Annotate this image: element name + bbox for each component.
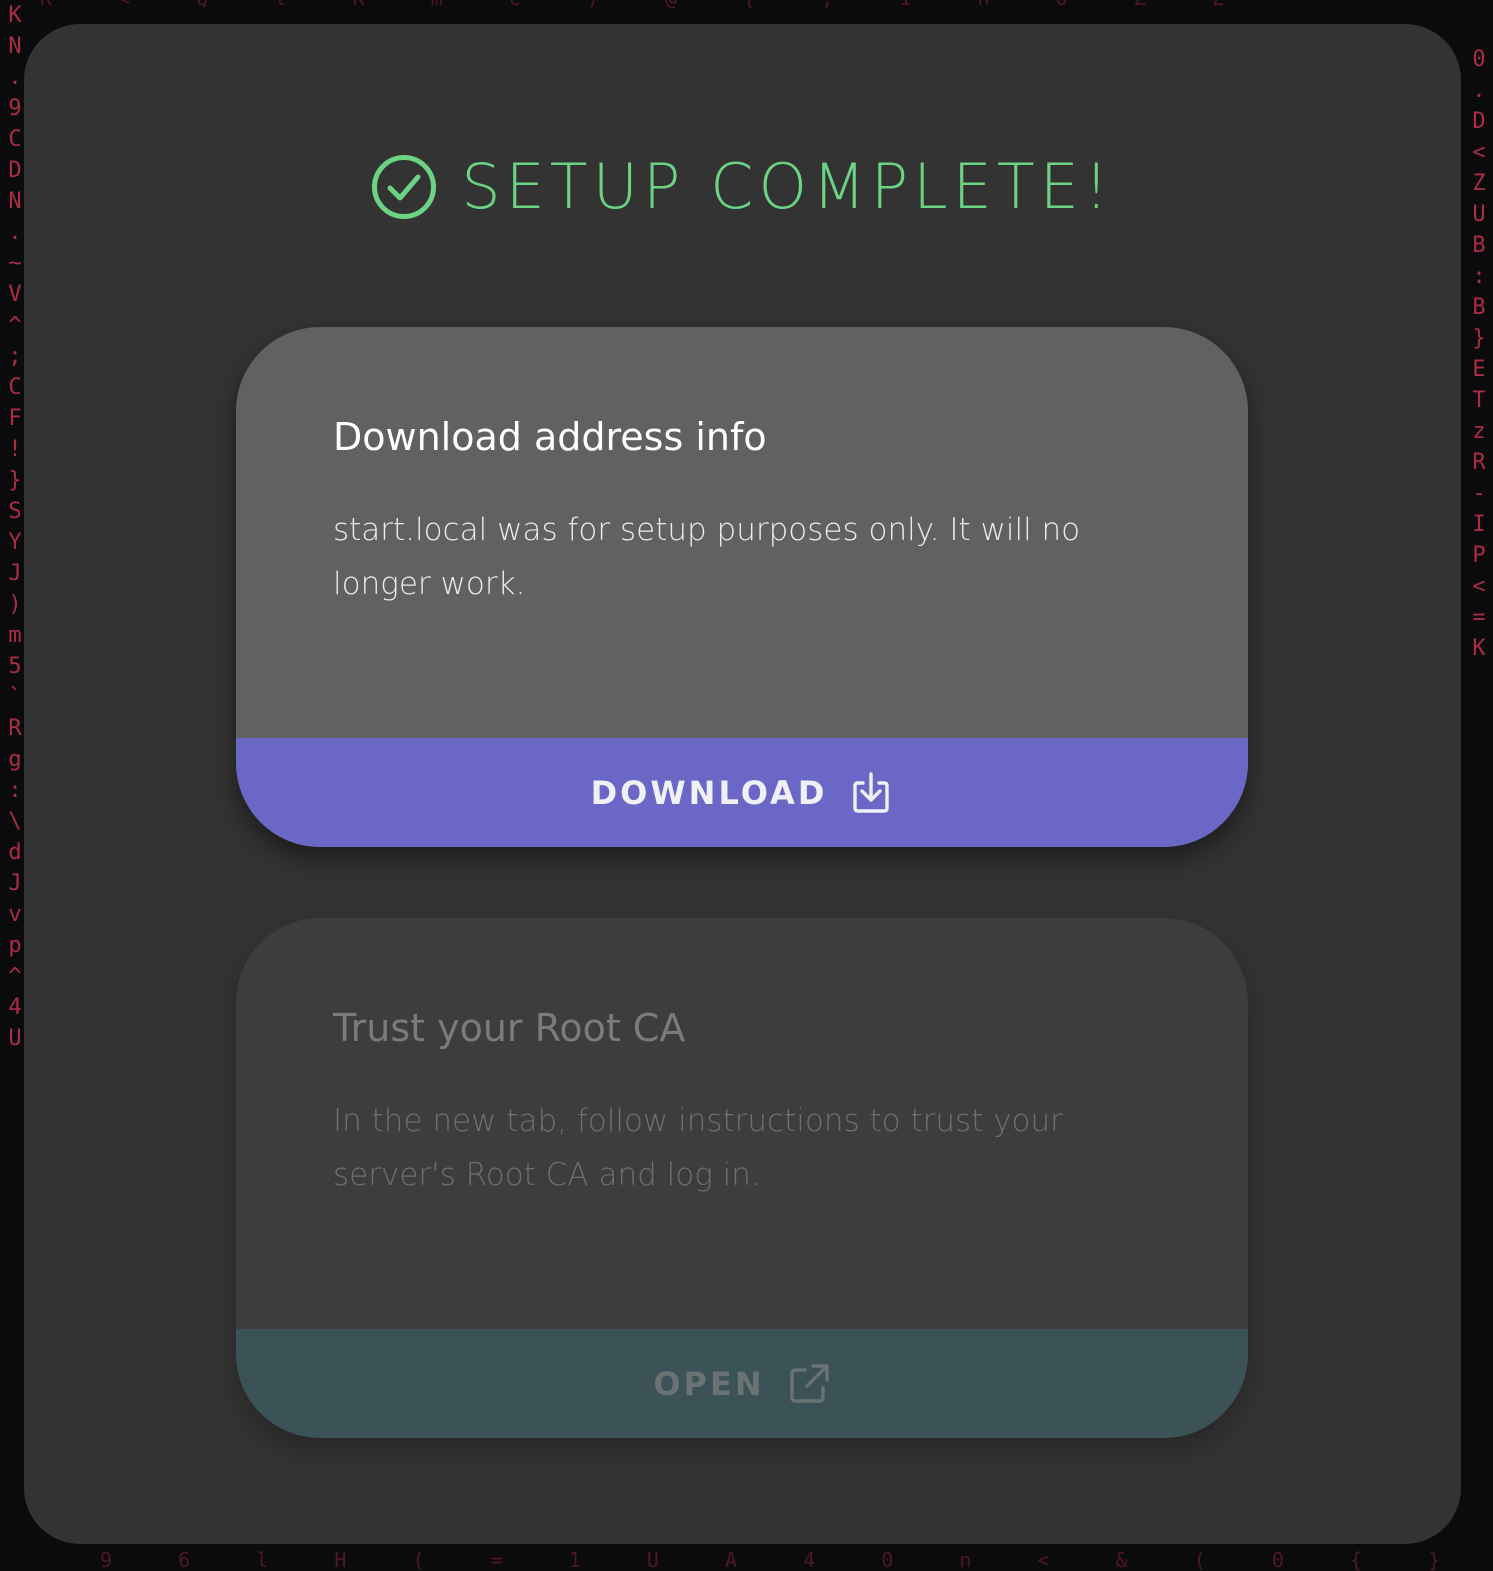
download-address-card: Download address info start.local was fo… — [236, 327, 1248, 847]
page-heading: SETUP COMPLETE! — [24, 152, 1461, 222]
card-title: Download address info — [333, 415, 767, 459]
setup-complete-modal: SETUP COMPLETE! Download address info st… — [24, 24, 1461, 1544]
card-description: In the new tab, follow instructions to t… — [333, 1103, 1063, 1193]
external-link-icon — [789, 1363, 829, 1403]
card-description: start.local was for setup purposes only.… — [333, 512, 1081, 602]
matrix-column-right: 0 . D < Z U B : B } E T z R - I P < = K — [1472, 47, 1486, 661]
download-icon — [853, 771, 890, 813]
matrix-row-bottom: 9 6 l H ( = 1 U A 4 0 n < & ( 0 { } r — [100, 1548, 1493, 1571]
matrix-column-left: K N . 9 C D N . ~ V ^ ; C F ! } S Y J ) … — [8, 3, 22, 1051]
check-circle-icon — [372, 155, 437, 219]
trust-root-ca-card: Trust your Root CA In the new tab, follo… — [236, 918, 1248, 1438]
download-button-label: DOWNLOAD — [590, 773, 828, 812]
download-button[interactable]: DOWNLOAD — [236, 738, 1248, 847]
matrix-row-top: K < Q l K m C ) @ { , 1 n 0 Z Z — [40, 0, 1238, 10]
open-button[interactable]: OPEN — [236, 1329, 1248, 1438]
card-title: Trust your Root CA — [333, 1006, 686, 1050]
open-button-label: OPEN — [653, 1364, 765, 1403]
setup-complete-title: SETUP COMPLETE! — [461, 150, 1114, 223]
